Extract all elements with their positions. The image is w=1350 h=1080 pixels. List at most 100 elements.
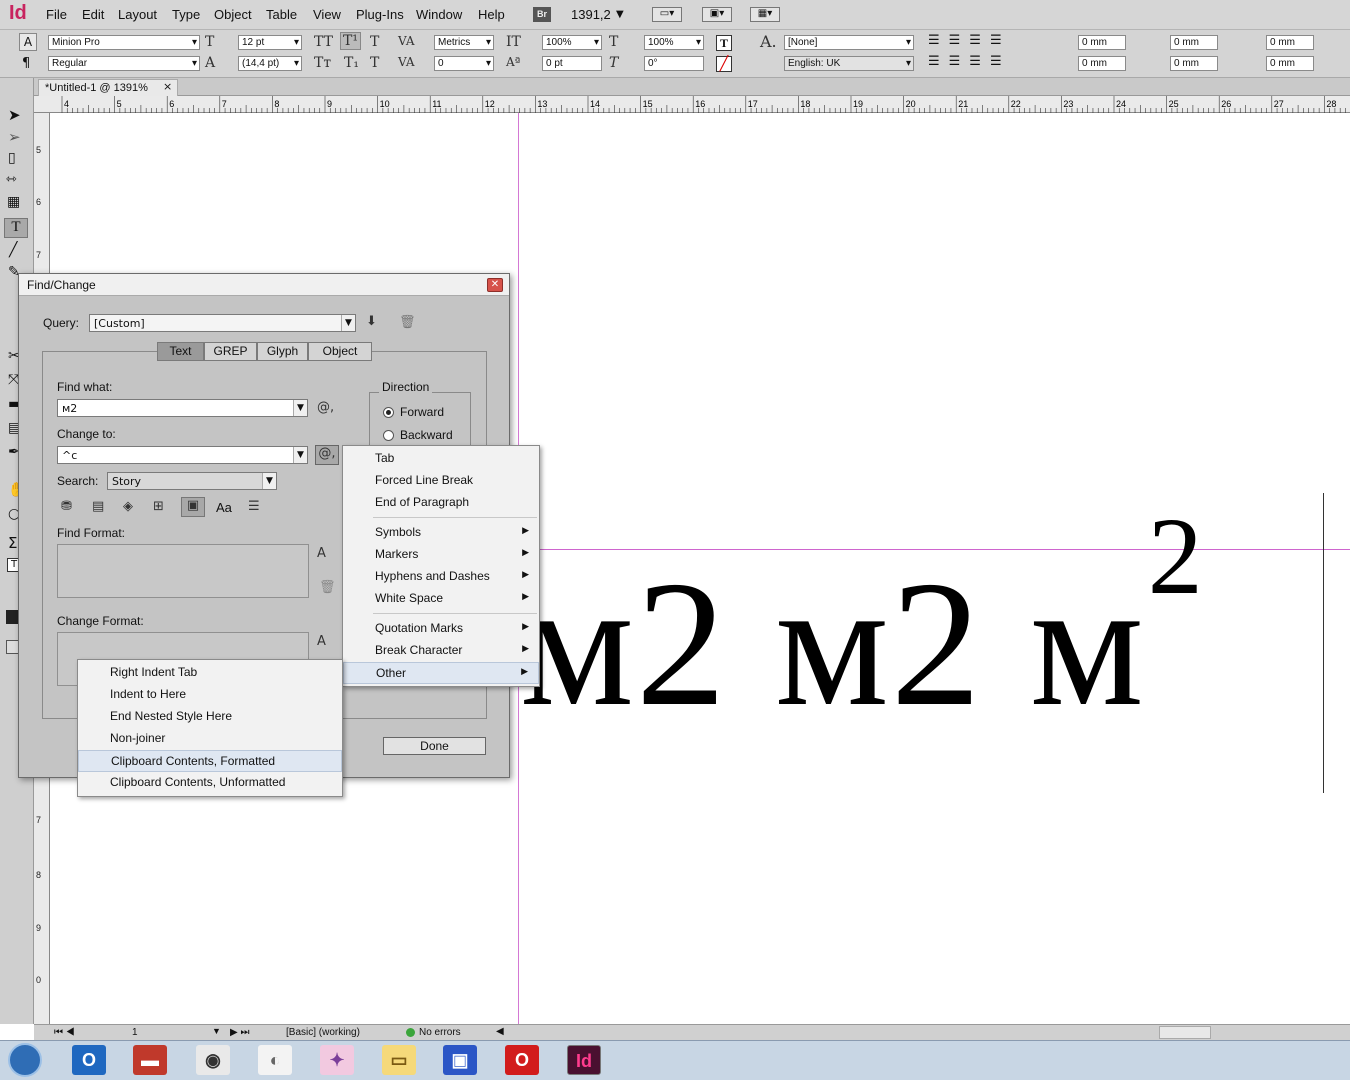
close-tab-icon[interactable]: ×	[163, 80, 172, 93]
menu-item-end-nested-style[interactable]: End Nested Style Here	[78, 706, 342, 728]
outlook-icon[interactable]: O	[72, 1045, 106, 1075]
find-special-chars-icon[interactable]: @,	[317, 400, 334, 415]
tab-object[interactable]: Object	[308, 342, 372, 361]
include-master-pages-icon[interactable]: ⊞	[153, 499, 164, 514]
menu-item-forced-line-break[interactable]: Forced Line Break	[343, 470, 539, 492]
character-style-field[interactable]: [None]	[784, 35, 914, 50]
space-after-field[interactable]: 0 mm	[1266, 56, 1314, 71]
left-indent-field[interactable]: 0 mm	[1078, 35, 1126, 50]
justify-buttons[interactable]: ☰☰☰☰	[928, 54, 1038, 72]
save-icon[interactable]: ▣	[443, 1045, 477, 1075]
font-size-field[interactable]: 12 pt	[238, 35, 302, 50]
skew-field[interactable]: 0°	[644, 56, 704, 71]
close-dialog-button[interactable]: ✕	[487, 278, 503, 292]
menu-item-indent-to-here[interactable]: Indent to Here	[78, 684, 342, 706]
leading-field[interactable]: (14,4 pt)	[238, 56, 302, 71]
menu-item-tab[interactable]: Tab	[343, 448, 539, 470]
character-mode-icon[interactable]: A	[19, 33, 37, 51]
menu-item-clipboard-formatted[interactable]: Clipboard Contents, Formatted	[78, 750, 342, 772]
horizontal-scale-field[interactable]: 100%	[644, 35, 704, 50]
menu-object[interactable]: Object	[214, 7, 252, 22]
right-indent-field[interactable]: 0 mm	[1170, 35, 1218, 50]
delete-query-icon[interactable]: 🗑	[399, 315, 416, 330]
small-caps-icon[interactable]: Tт	[314, 55, 331, 71]
menu-help[interactable]: Help	[478, 7, 505, 22]
save-query-icon[interactable]: ⬇	[366, 314, 377, 329]
case-sensitive-button[interactable]: Aa	[216, 500, 232, 515]
indesign-taskbar-icon[interactable]: Id	[567, 1045, 601, 1075]
start-button[interactable]	[8, 1043, 42, 1077]
document-text[interactable]: м2 м2 м2	[520, 495, 1205, 747]
menu-item-end-of-paragraph[interactable]: End of Paragraph	[343, 492, 539, 514]
opera-icon[interactable]: O	[505, 1045, 539, 1075]
last-line-indent-field[interactable]: 0 mm	[1170, 56, 1218, 71]
query-select[interactable]: [Custom] ▼	[89, 314, 356, 332]
preflight-profile[interactable]: [Basic] (working)	[286, 1027, 360, 1038]
bridge-button[interactable]: Br	[533, 7, 551, 22]
paragraph-mode-icon[interactable]: ¶	[22, 56, 30, 71]
menu-window[interactable]: Window	[416, 7, 462, 22]
line-tool-icon[interactable]: ╱	[9, 242, 17, 258]
whole-word-icon[interactable]: ☰	[248, 499, 260, 514]
menu-edit[interactable]: Edit	[82, 7, 104, 22]
baseline-shift-field[interactable]: 0 pt	[542, 56, 602, 71]
forward-radio[interactable]	[383, 407, 394, 418]
document-tab[interactable]: *Untitled-1 @ 1391%	[38, 79, 178, 96]
menu-item-clipboard-unformatted[interactable]: Clipboard Contents, Unformatted	[78, 772, 342, 794]
explorer-icon[interactable]: ▭	[382, 1045, 416, 1075]
font-family-field[interactable]: Minion Pro	[48, 35, 200, 50]
clear-find-format-icon[interactable]: 🗑	[319, 580, 336, 595]
horizontal-scrollbar-thumb[interactable]	[1159, 1026, 1211, 1039]
find-what-input[interactable]: м2 ▼	[57, 399, 308, 417]
fill-text-icon[interactable]: T	[716, 35, 732, 51]
zoom-level[interactable]: 1391,2	[571, 7, 611, 22]
page-nav-icon[interactable]: ⏮ ◀	[54, 1027, 75, 1038]
paint-icon[interactable]: ✦	[320, 1045, 354, 1075]
page-number[interactable]: 1	[132, 1027, 138, 1038]
include-footnotes-icon[interactable]: ▣	[181, 497, 205, 517]
tab-glyph[interactable]: Glyph	[257, 342, 308, 361]
recorder-icon[interactable]: ◉	[196, 1045, 230, 1075]
vertical-scale-field[interactable]: 100%	[542, 35, 602, 50]
find-format-box[interactable]	[57, 544, 309, 598]
space-before-field[interactable]: 0 mm	[1266, 35, 1314, 50]
menu-item-break-character[interactable]: Break Character ▶	[343, 640, 539, 662]
specify-find-format-icon[interactable]: A	[317, 546, 326, 561]
selection-tool-icon[interactable]: ➤	[8, 106, 21, 124]
view-options-button[interactable]: ▭▾	[652, 7, 682, 22]
superscript-icon[interactable]: T¹	[340, 32, 361, 50]
horizontal-ruler[interactable]: 4 5 6 7 8 9 10 11 12 13 14 15 16 17 18 19 20 21 22 23 24 25 26…	[34, 96, 1350, 113]
page-next-icon[interactable]: ▶ ⏭	[230, 1027, 249, 1038]
gap-tool-icon[interactable]: ⇿	[6, 172, 17, 187]
page-tool-icon[interactable]: ▯	[8, 150, 16, 166]
menu-layout[interactable]: Layout	[118, 7, 157, 22]
tracking-field[interactable]: 0	[434, 56, 494, 71]
specify-change-format-icon[interactable]: A	[317, 634, 326, 649]
page-dropdown-icon[interactable]: ▼	[212, 1026, 221, 1036]
media-icon[interactable]: ◐	[258, 1045, 292, 1075]
menu-item-non-joiner[interactable]: Non-joiner	[78, 728, 342, 750]
include-locked-layers-icon[interactable]: ⛃	[61, 499, 72, 514]
menu-file[interactable]: File	[46, 7, 67, 22]
content-collector-icon[interactable]: ▦	[7, 194, 20, 210]
alignment-buttons[interactable]: ☰☰☰☰	[928, 33, 1038, 51]
underline-icon[interactable]: T	[370, 34, 379, 50]
menu-plugins[interactable]: Plug-Ins	[356, 7, 404, 22]
font-style-field[interactable]: Regular	[48, 56, 200, 71]
done-button[interactable]: Done	[383, 737, 486, 755]
forward-label[interactable]: Forward	[400, 405, 444, 419]
tab-grep[interactable]: GREP	[204, 342, 257, 361]
language-field[interactable]: English: UK	[784, 56, 914, 71]
first-line-indent-field[interactable]: 0 mm	[1078, 56, 1126, 71]
menu-item-hyphens-dashes[interactable]: Hyphens and Dashes ▶	[343, 566, 539, 588]
change-to-input[interactable]: ^c ▼	[57, 446, 308, 464]
search-scope-select[interactable]: Story ▼	[107, 472, 277, 490]
dialog-title[interactable]: Find/Change	[19, 274, 509, 296]
type-tool-icon[interactable]: T	[4, 218, 28, 238]
zoom-dropdown-icon[interactable]: ▼	[616, 9, 624, 20]
include-locked-stories-icon[interactable]: ▤	[92, 499, 104, 514]
tab-text[interactable]: Text	[157, 342, 204, 361]
menu-item-quotation-marks[interactable]: Quotation Marks ▶	[343, 618, 539, 640]
menu-item-symbols[interactable]: Symbols ▶	[343, 522, 539, 544]
menu-item-white-space[interactable]: White Space ▶	[343, 588, 539, 610]
